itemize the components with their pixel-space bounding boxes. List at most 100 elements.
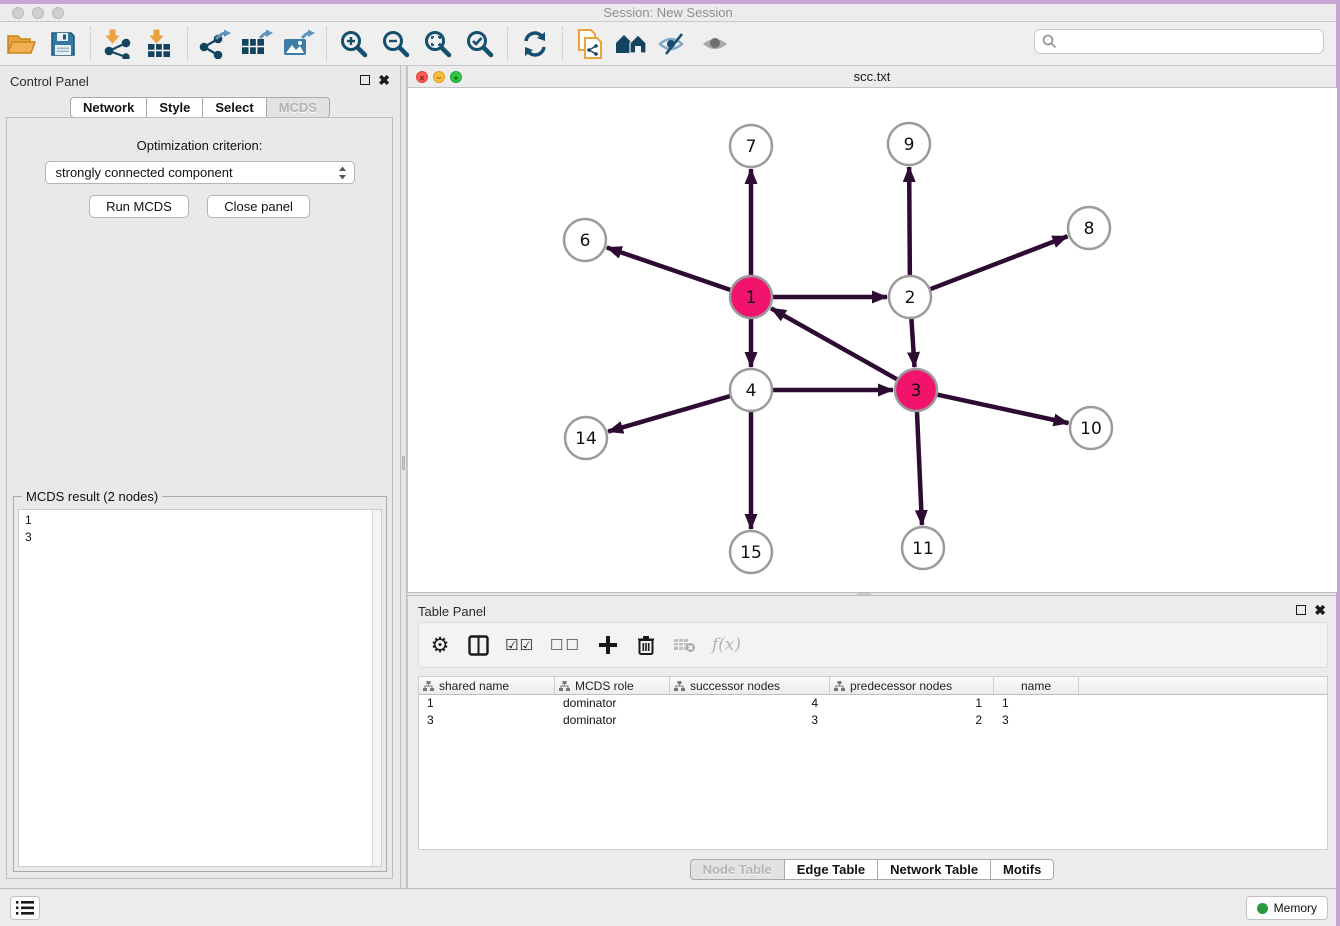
copy-style-icon[interactable]	[572, 26, 608, 62]
vertical-splitter[interactable]	[400, 66, 407, 888]
export-table-icon[interactable]	[239, 26, 275, 62]
task-history-button[interactable]	[10, 896, 40, 920]
graph-node-11[interactable]: 11	[902, 527, 944, 569]
graph-node-7[interactable]: 7	[730, 125, 772, 167]
close-panel-icon[interactable]: ✖	[378, 75, 390, 85]
run-mcds-button[interactable]: Run MCDS	[89, 195, 189, 218]
tab-mcds[interactable]: MCDS	[267, 97, 330, 118]
splitter-grip[interactable]	[402, 456, 405, 470]
graph-node-1[interactable]: 1	[730, 276, 772, 318]
column-header-predecessor-nodes[interactable]: predecessor nodes	[830, 677, 994, 694]
graph-node-10[interactable]: 10	[1070, 407, 1112, 449]
delete-row-icon[interactable]	[635, 633, 657, 657]
network-window-titlebar[interactable]: × − + scc.txt	[408, 66, 1336, 88]
column-header-successor-nodes[interactable]: successor nodes	[670, 677, 830, 694]
mcds-panel: Optimization criterion: strongly connect…	[6, 117, 393, 879]
add-row-icon[interactable]	[597, 633, 619, 657]
import-table-icon[interactable]	[142, 26, 178, 62]
graph-node-6[interactable]: 6	[564, 219, 606, 261]
select-all-icon[interactable]: ☑☑	[505, 633, 534, 657]
apply-layout-icon[interactable]	[517, 26, 553, 62]
close-panel-button[interactable]: Close panel	[207, 195, 310, 218]
tab-edge-table[interactable]: Edge Table	[785, 859, 878, 880]
criterion-selected-value: strongly connected component	[56, 165, 233, 180]
graph-node-15[interactable]: 15	[730, 531, 772, 573]
column-header-name[interactable]: name	[994, 677, 1079, 694]
zoom-out-icon[interactable]	[378, 26, 414, 62]
minimize-network-icon[interactable]: −	[433, 71, 445, 83]
graph-edge-1-6[interactable]	[607, 247, 730, 289]
criterion-dropdown[interactable]: strongly connected component	[45, 161, 355, 184]
graph-node-2[interactable]: 2	[889, 276, 931, 318]
graph-edge-2-8[interactable]	[931, 236, 1068, 289]
network-graph: 7 9 6 8 1 2 4 3 14 10 15 11	[408, 88, 1337, 592]
column-header-MCDS-role[interactable]: MCDS role	[555, 677, 670, 694]
tab-motifs[interactable]: Motifs	[991, 859, 1054, 880]
table-cell: 1	[830, 695, 994, 712]
float-panel-icon[interactable]	[360, 75, 370, 85]
optimization-criterion-label: Optimization criterion:	[7, 138, 392, 153]
home-icon[interactable]	[614, 26, 650, 62]
show-column-icon[interactable]	[467, 633, 489, 657]
show-all-icon[interactable]	[698, 26, 734, 62]
graph-node-3[interactable]: 3	[895, 369, 937, 411]
zoom-selected-icon[interactable]	[462, 26, 498, 62]
function-builder-icon[interactable]: f(x)	[712, 633, 741, 657]
search-input[interactable]	[1062, 34, 1323, 49]
graph-node-14[interactable]: 14	[565, 417, 607, 459]
zoom-fit-icon[interactable]	[420, 26, 456, 62]
graph-edge-2-3[interactable]	[911, 319, 914, 367]
table-cell: 1	[994, 695, 1079, 712]
zoom-in-icon[interactable]	[336, 26, 372, 62]
network-canvas[interactable]: 7 9 6 8 1 2 4 3 14 10 15 11	[408, 88, 1337, 592]
mcds-result-title: MCDS result (2 nodes)	[22, 489, 162, 504]
graph-edge-3-10[interactable]	[937, 395, 1068, 423]
tab-network-table[interactable]: Network Table	[878, 859, 991, 880]
table-cell: 1	[419, 695, 555, 712]
column-label: successor nodes	[690, 679, 780, 693]
save-session-icon[interactable]	[45, 26, 81, 62]
export-network-icon[interactable]	[197, 26, 233, 62]
graph-node-label: 3	[911, 381, 922, 401]
memory-button[interactable]: Memory	[1246, 896, 1328, 920]
table-panel-title: Table Panel	[418, 604, 486, 619]
deselect-all-icon[interactable]: ☐☐	[550, 633, 581, 657]
close-panel-icon[interactable]: ✖	[1314, 605, 1326, 615]
graph-edge-4-14[interactable]	[608, 396, 730, 431]
settings-gear-icon[interactable]: ⚙	[429, 633, 451, 657]
tab-network[interactable]: Network	[70, 97, 147, 118]
export-image-icon[interactable]	[281, 26, 317, 62]
close-network-icon[interactable]: ×	[416, 71, 428, 83]
table-row[interactable]: 1dominator411	[419, 695, 1327, 712]
mcds-result-list[interactable]: 13	[18, 509, 382, 867]
tab-select[interactable]: Select	[203, 97, 266, 118]
splitter-grip[interactable]	[857, 593, 871, 595]
table-cell: 3	[670, 712, 830, 729]
column-label: name	[1021, 679, 1051, 693]
zoom-window-icon[interactable]	[52, 7, 64, 19]
column-label: MCDS role	[575, 679, 634, 693]
graph-node-9[interactable]: 9	[888, 123, 930, 165]
search-icon	[1042, 34, 1057, 49]
graph-node-4[interactable]: 4	[730, 369, 772, 411]
delete-table-icon[interactable]	[673, 633, 696, 657]
hide-selected-icon[interactable]	[656, 26, 692, 62]
maximize-network-icon[interactable]: +	[450, 71, 462, 83]
table-row[interactable]: 3dominator323	[419, 712, 1327, 729]
result-scrollbar[interactable]	[372, 510, 381, 866]
graph-node-8[interactable]: 8	[1068, 207, 1110, 249]
tab-node-table[interactable]: Node Table	[690, 859, 785, 880]
column-header-shared-name[interactable]: shared name	[419, 677, 555, 694]
open-session-icon[interactable]	[3, 26, 39, 62]
graph-node-label: 8	[1084, 219, 1095, 239]
graph-edge-3-1[interactable]	[771, 308, 897, 379]
minimize-window-icon[interactable]	[32, 7, 44, 19]
float-panel-icon[interactable]	[1296, 605, 1306, 615]
search-box[interactable]	[1034, 29, 1324, 54]
import-network-icon[interactable]	[100, 26, 136, 62]
graph-edge-2-9[interactable]	[909, 167, 910, 275]
close-window-icon[interactable]	[12, 7, 24, 19]
graph-edge-3-11[interactable]	[917, 412, 922, 525]
tab-style[interactable]: Style	[147, 97, 203, 118]
chevron-updown-icon	[337, 165, 348, 181]
